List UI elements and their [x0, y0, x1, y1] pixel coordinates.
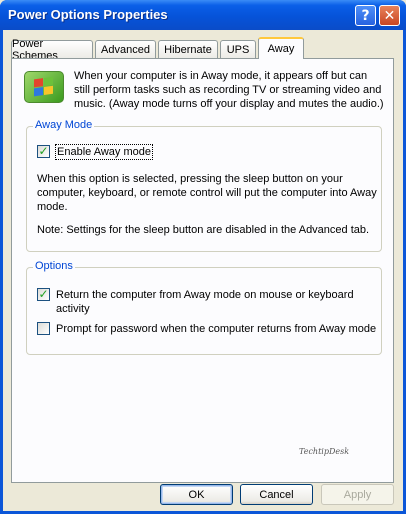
away-mode-group: Away Mode ✓ Enable Away mode When this o… [26, 119, 382, 252]
return-from-away-box[interactable]: ✓ [37, 288, 50, 301]
enable-away-mode-box[interactable]: ✓ [37, 145, 50, 158]
sleep-button-note: Note: Settings for the sleep button are … [37, 224, 370, 236]
window-title: Power Options Properties [8, 7, 168, 22]
windows-logo-icon [24, 71, 64, 103]
enable-away-mode-checkbox[interactable]: ✓ Enable Away mode [37, 144, 153, 160]
away-tab-panel: When your computer is in Away mode, it a… [11, 58, 394, 483]
checkmark-icon: ✓ [38, 287, 49, 301]
apply-button: Apply [321, 484, 394, 505]
enable-away-mode-label[interactable]: Enable Away mode [55, 144, 153, 160]
away-intro-text: When your computer is in Away mode, it a… [74, 70, 384, 110]
tab-hibernate[interactable]: Hibernate [158, 40, 218, 58]
cancel-button[interactable]: Cancel [240, 484, 313, 505]
close-button[interactable]: ✕ [379, 5, 400, 26]
tab-away[interactable]: Away [258, 37, 304, 59]
help-icon: ? [361, 7, 370, 24]
away-mode-description: When this option is selected, pressing t… [37, 173, 377, 213]
title-bar[interactable]: Power Options Properties ? ✕ [0, 0, 406, 30]
away-mode-group-title: Away Mode [33, 119, 95, 131]
prompt-password-box[interactable] [37, 322, 50, 335]
return-from-away-label[interactable]: Return the computer from Away mode on mo… [56, 288, 357, 316]
dialog-window: Power Options Properties ? ✕ Power Schem… [0, 0, 406, 514]
close-icon: ✕ [383, 7, 396, 24]
tab-power-schemes[interactable]: Power Schemes [11, 38, 93, 62]
checkmark-icon: ✓ [38, 144, 49, 158]
tab-ups[interactable]: UPS [220, 40, 256, 58]
watermark-text: TechtipDesk [299, 447, 350, 456]
options-group-title: Options [33, 260, 75, 272]
prompt-password-label[interactable]: Prompt for password when the computer re… [56, 322, 376, 336]
options-group: Options ✓ Return the computer from Away … [26, 260, 382, 355]
return-from-away-checkbox[interactable]: ✓ Return the computer from Away mode on … [37, 288, 357, 316]
help-button[interactable]: ? [355, 5, 376, 26]
tab-advanced[interactable]: Advanced [95, 40, 156, 58]
prompt-password-checkbox[interactable]: Prompt for password when the computer re… [37, 322, 376, 336]
ok-button[interactable]: OK [160, 484, 233, 505]
dialog-client-area: Power Schemes Advanced Hibernate UPS Awa… [3, 30, 403, 511]
